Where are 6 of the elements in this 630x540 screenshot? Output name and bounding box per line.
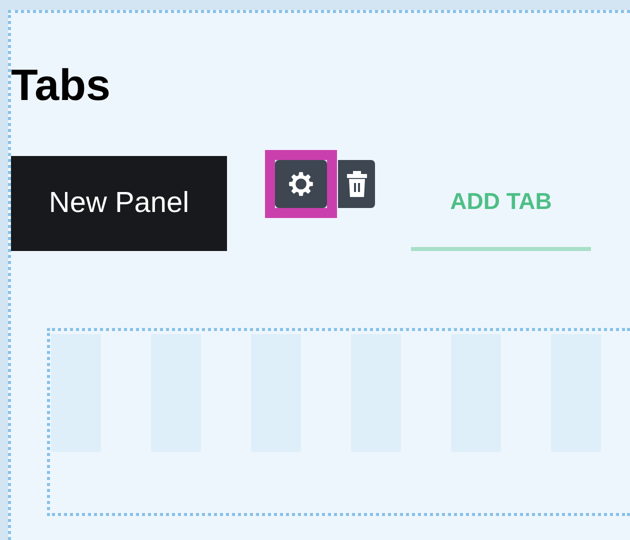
delete-button[interactable] (338, 160, 375, 208)
settings-button[interactable] (275, 160, 327, 208)
new-panel-button[interactable]: New Panel (11, 156, 227, 251)
page-heading: Tabs (11, 61, 112, 111)
settings-icon (288, 171, 314, 197)
trash-icon (346, 169, 368, 199)
